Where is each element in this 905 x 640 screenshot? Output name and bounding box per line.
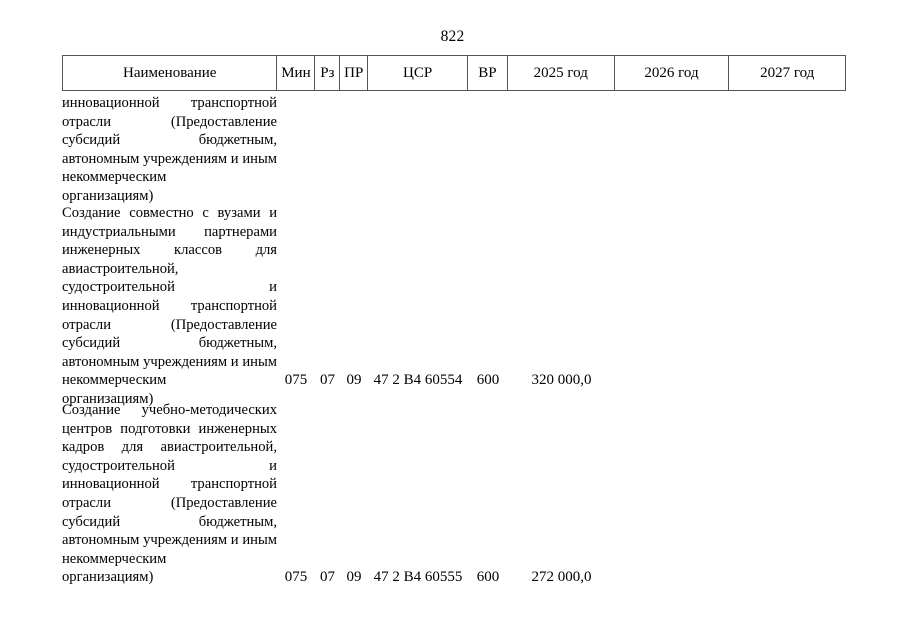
row-name-cell: Создание учебно-методических центров под… (62, 401, 277, 587)
row-name-body: Создание учебно-методических центров под… (62, 402, 277, 567)
table-header-row: Наименование Мин Рз ПР ЦСР ВР 2025 год 2… (62, 55, 846, 91)
row-name-cell: инновационной транспортной отрасли (Пред… (62, 94, 277, 206)
cell-min: 075 (284, 569, 308, 585)
column-header-rz: Рз (315, 56, 341, 90)
column-header-pr: ПР (340, 56, 369, 90)
column-header-year-2027: 2027 год (760, 64, 815, 81)
cell-vr: 600 (476, 372, 500, 388)
cell-year-2025: 320 000,0 (531, 372, 592, 388)
cell-min: 075 (284, 372, 308, 388)
document-page: 822 Наименование Мин Рз ПР ЦСР ВР 2025 г… (0, 0, 905, 640)
row-name-body: Создание совместно с вузами и индустриал… (62, 205, 277, 389)
cell-pr: 09 (346, 372, 362, 388)
column-header-vr: ВР (468, 56, 508, 90)
row-name-lastline: организациям) (62, 187, 154, 204)
cell-csr: 47 2 В4 60554 (373, 372, 463, 388)
row-name-body: инновационной транспортной отрасли (Пред… (62, 95, 277, 186)
column-header-csr: ЦСР (368, 56, 468, 90)
cell-vr: 600 (476, 569, 500, 585)
cell-rz: 07 (320, 569, 335, 585)
row-name-cell: Создание совместно с вузами и индустриал… (62, 204, 277, 409)
cell-year-2025: 272 000,0 (531, 569, 592, 585)
cell-rz: 07 (320, 372, 335, 388)
page-number: 822 (440, 28, 465, 45)
column-header-year-2026: 2026 год (615, 56, 730, 90)
column-header-min: Мин (277, 56, 316, 90)
cell-csr: 47 2 В4 60555 (373, 569, 463, 585)
cell-pr: 09 (346, 569, 362, 585)
column-header-year-2025: 2025 год (508, 56, 615, 90)
column-header-name: Наименование (63, 56, 278, 90)
row-name-lastline: организациям) (62, 569, 154, 586)
